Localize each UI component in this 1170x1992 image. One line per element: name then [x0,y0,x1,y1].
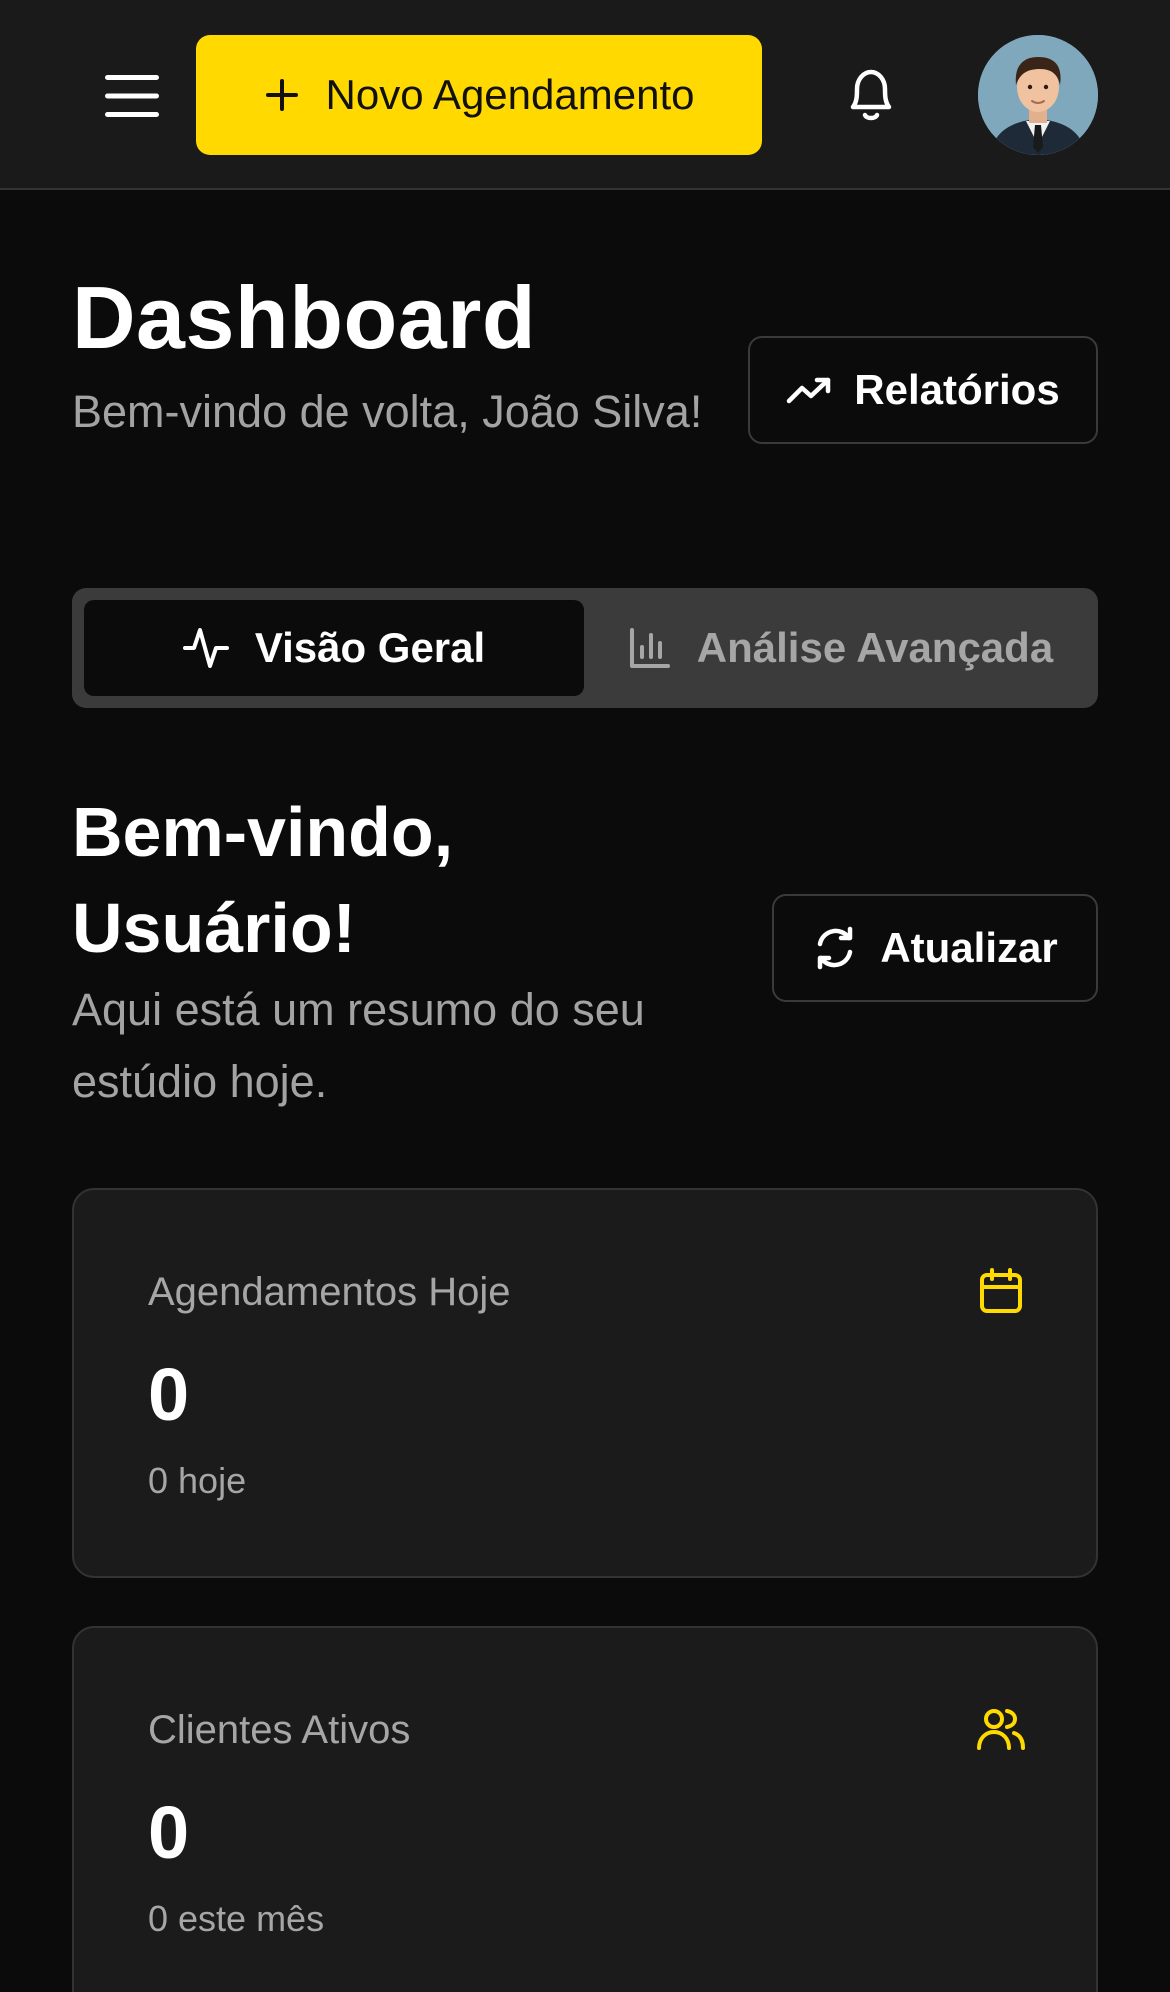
bell-icon [850,69,892,121]
refresh-label: Atualizar [880,924,1058,971]
stat-caption: 0 hoje [148,1460,247,1501]
bar-chart-icon [629,628,670,668]
hamburger-menu-icon [105,75,159,117]
users-icon [977,1709,1025,1750]
greeting-subtitle: Aqui está um resumo do seu estúdio hoje. [72,984,645,1107]
refresh-button[interactable]: Atualizar [772,894,1098,1002]
top-bar: Novo Agendamento [0,0,1170,190]
refresh-icon [818,926,853,970]
stat-value: 0 [148,1791,190,1874]
new-appointment-button[interactable]: Novo Agendamento [196,35,762,155]
stat-card-appointments-today: Agendamentos Hoje 0 0 hoje [72,1188,1098,1578]
welcome-message: Bem-vindo de volta, João Silva! [72,386,703,437]
tab-advanced-label: Análise Avançada [696,624,1054,671]
user-avatar[interactable] [978,35,1098,155]
page-title: Dashboard [72,268,537,367]
greeting-title: Bem-vindo, Usuário! [72,793,454,967]
menu-button[interactable] [96,60,168,132]
stat-caption: 0 este mês [148,1898,325,1939]
trending-up-icon [787,377,831,404]
new-appointment-label: Novo Agendamento [325,71,695,118]
calendar-icon [980,1268,1022,1313]
tab-advanced-analysis[interactable]: Análise Avançada [596,600,1086,696]
stat-label: Agendamentos Hoje [148,1270,511,1314]
view-tabs: Visão Geral Análise Avançada [72,588,1098,708]
dashboard-page: Novo Agendamento Dashboard Bem-vindo de … [0,0,1170,1992]
user-portrait-image [978,35,1098,155]
tab-overview[interactable]: Visão Geral [84,600,584,696]
tab-overview-label: Visão Geral [254,624,486,671]
reports-button[interactable]: Relatórios [748,336,1098,444]
stat-label: Clientes Ativos [148,1708,411,1752]
reports-label: Relatórios [854,366,1060,413]
activity-icon [182,628,229,668]
stat-card-active-clients: Clientes Ativos 0 0 este mês [72,1626,1098,1992]
plus-icon [265,79,298,111]
stat-value: 0 [148,1353,190,1436]
notifications-button[interactable] [838,62,904,128]
